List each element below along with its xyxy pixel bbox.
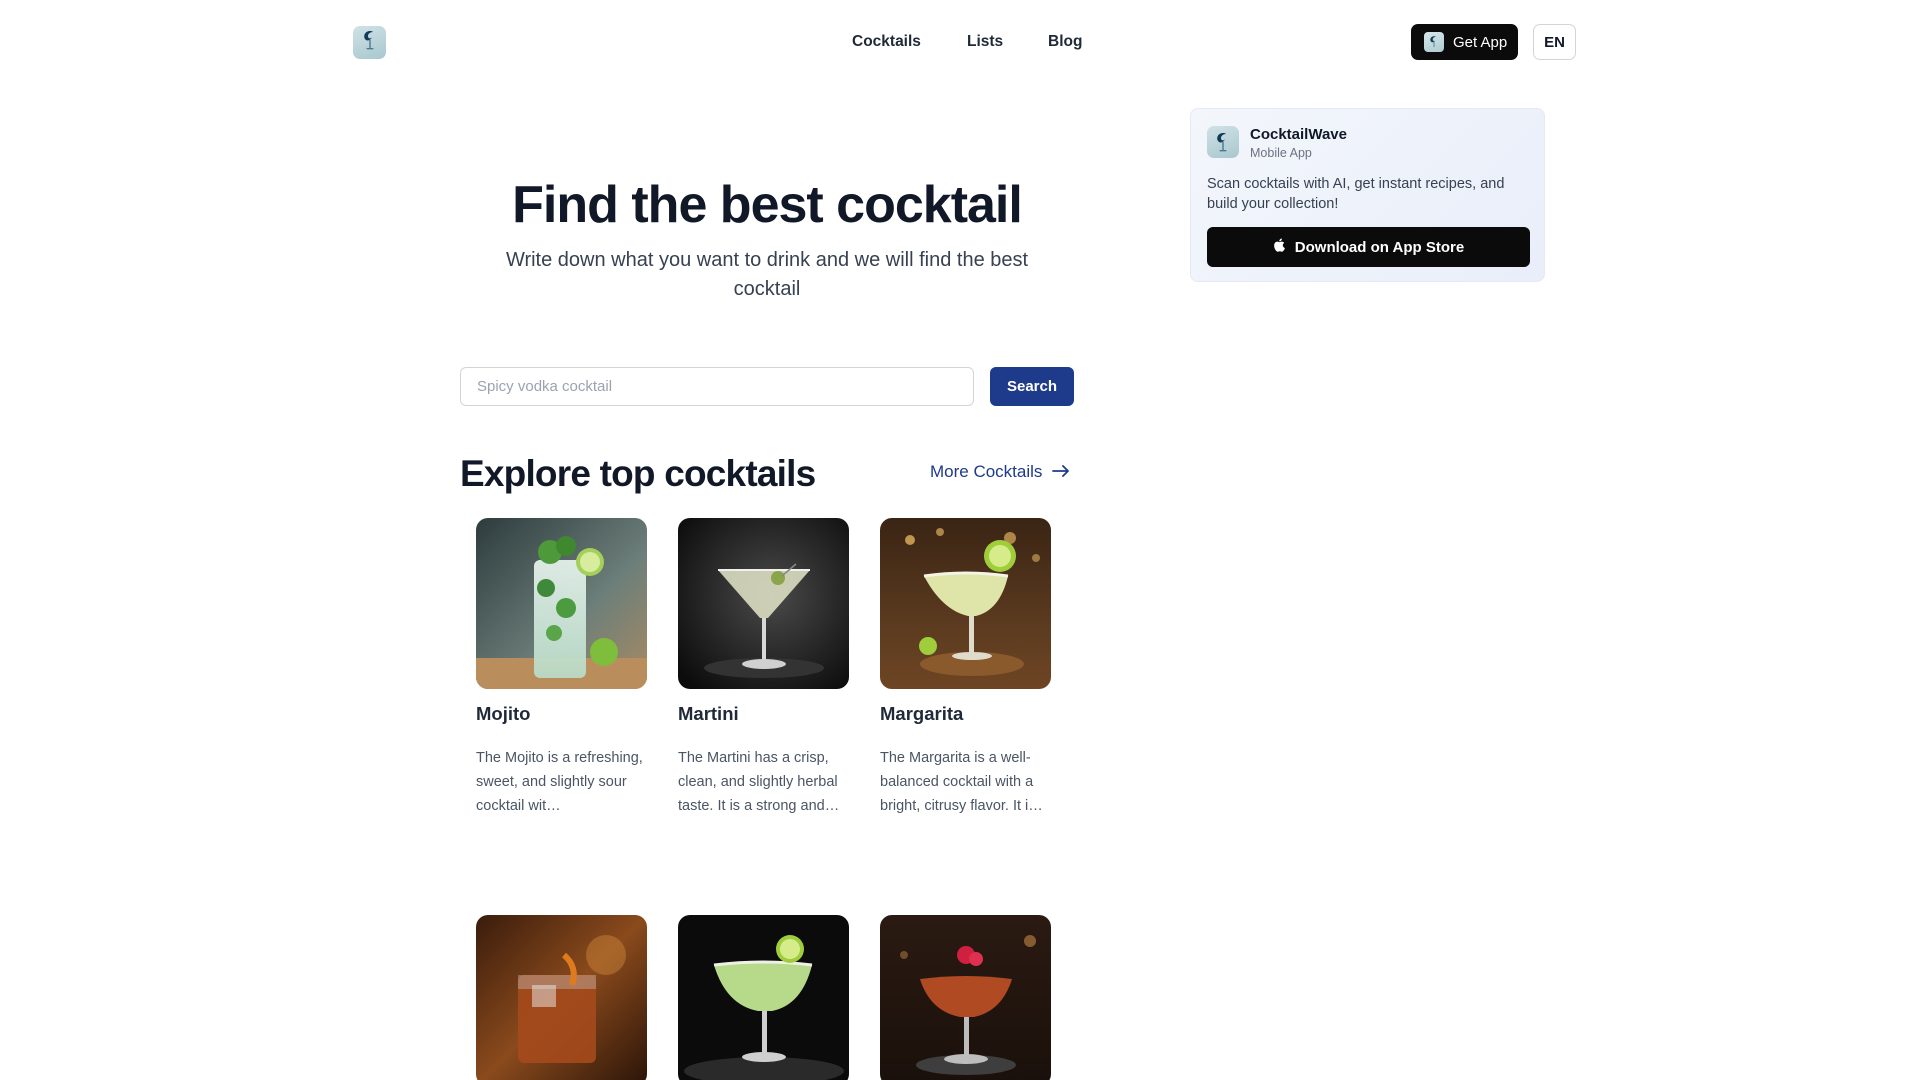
cocktail-card[interactable]	[880, 915, 1051, 1080]
section-title: Explore top cocktails	[460, 453, 816, 494]
nav-link-blog[interactable]: Blog	[1048, 30, 1082, 54]
cocktail-logo-icon	[359, 28, 381, 57]
cocktail-card[interactable]	[678, 915, 849, 1080]
cocktail-card-margarita[interactable]: Margarita The Margarita is a well-balanc…	[880, 518, 1051, 818]
cocktail-name[interactable]: Mojito	[476, 702, 647, 726]
app-logo-icon	[1424, 32, 1444, 52]
cocktail-image-margarita[interactable]	[880, 518, 1051, 689]
download-app-store-button[interactable]: Download on App Store	[1207, 227, 1530, 267]
page: Cocktails Lists Blog Get App EN Cocktail…	[0, 0, 1920, 1080]
promo-app-name: CocktailWave	[1250, 126, 1347, 143]
top-nav: Cocktails Lists Blog Get App EN	[0, 0, 1920, 84]
promo-app-type: Mobile App	[1250, 146, 1312, 160]
cocktail-image-mojito[interactable]	[476, 518, 647, 689]
cocktail-description: The Mojito is a refreshing, sweet, and s…	[476, 750, 643, 814]
language-selector[interactable]: EN	[1533, 24, 1576, 60]
search-button[interactable]: Search	[990, 367, 1074, 406]
app-promo-card: CocktailWave Mobile App Scan cocktails w…	[1190, 108, 1545, 282]
arrow-right-icon	[1052, 462, 1070, 482]
site-logo[interactable]	[353, 26, 386, 59]
cocktail-description: The Margarita is a well-balanced cocktai…	[880, 750, 1043, 814]
promo-description: Scan cocktails with AI, get instant reci…	[1207, 176, 1505, 212]
download-label: Download on App Store	[1294, 238, 1465, 256]
get-app-button[interactable]: Get App	[1411, 24, 1518, 60]
more-cocktails-label: More Cocktails	[930, 462, 1043, 481]
more-cocktails-link[interactable]: More Cocktails	[930, 462, 1070, 482]
nav-link-cocktails[interactable]: Cocktails	[852, 30, 921, 54]
cocktail-image-martini[interactable]	[678, 518, 849, 689]
page-title: Find the best cocktail	[512, 176, 1023, 234]
cocktail-image[interactable]	[880, 915, 1051, 1080]
page-subtitle: Write down what you want to drink and we…	[505, 249, 1029, 300]
cocktail-card-martini[interactable]: Martini The Martini has a crisp, clean, …	[678, 518, 849, 818]
search-input[interactable]	[460, 367, 974, 406]
cocktail-name[interactable]: Martini	[678, 702, 849, 726]
get-app-label: Get App	[1453, 33, 1508, 51]
app-logo-icon	[1207, 126, 1239, 158]
cocktail-description: The Martini has a crisp, clean, and slig…	[678, 750, 840, 814]
apple-icon	[1273, 238, 1285, 256]
cocktail-card-mojito[interactable]: Mojito The Mojito is a refreshing, sweet…	[476, 518, 647, 818]
cocktail-card[interactable]	[476, 915, 647, 1080]
cocktail-image[interactable]	[476, 915, 647, 1080]
cocktail-image[interactable]	[678, 915, 849, 1080]
cocktail-name[interactable]: Margarita	[880, 702, 1051, 726]
nav-link-lists[interactable]: Lists	[967, 30, 1003, 54]
